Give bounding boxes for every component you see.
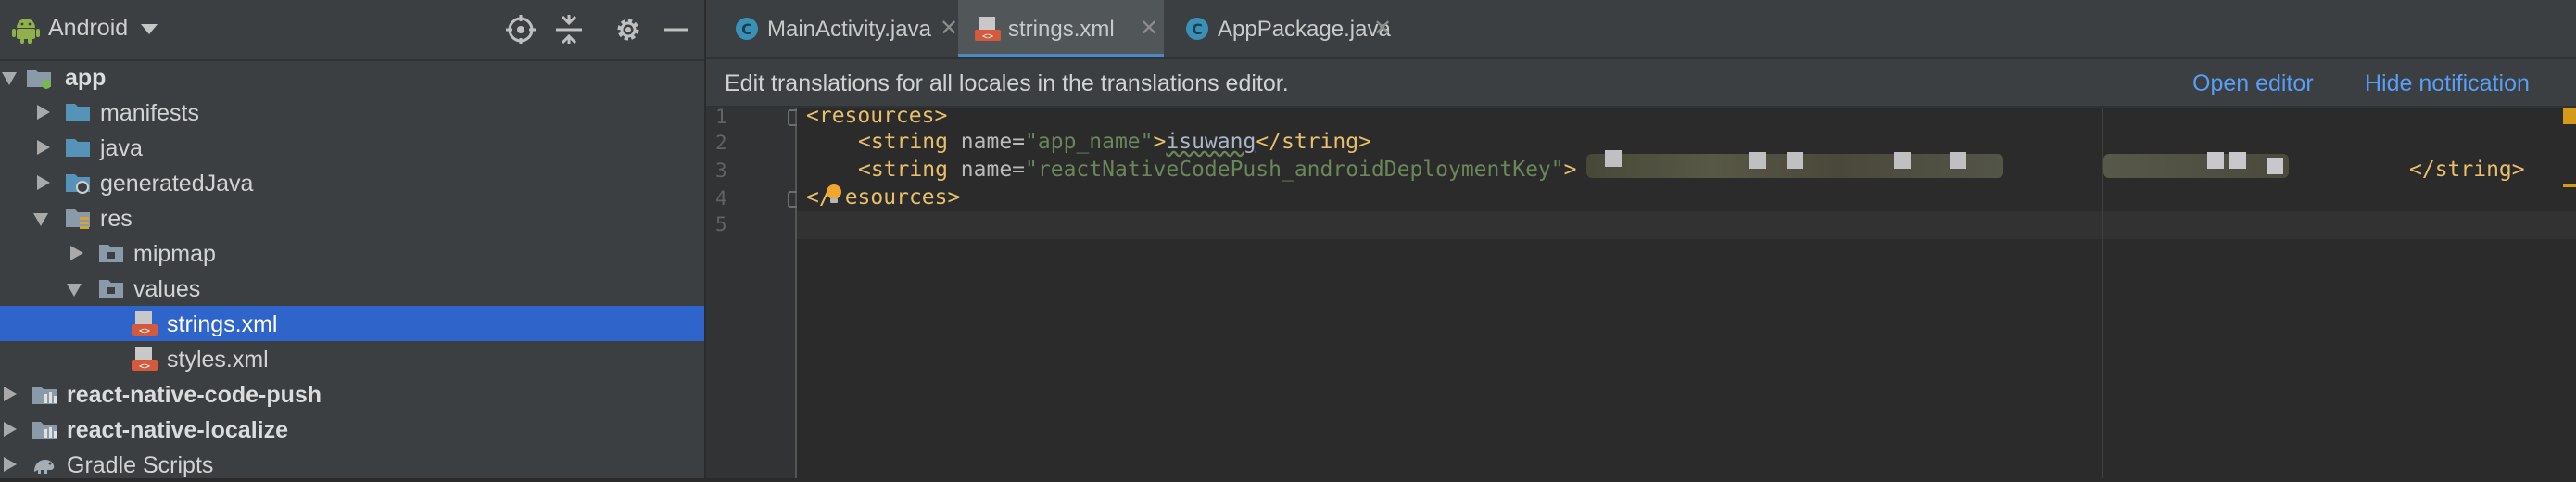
svg-text:<>: <> bbox=[139, 362, 150, 372]
close-icon[interactable]: ✕ bbox=[1140, 15, 1158, 42]
code-line-2[interactable]: <string name="app_name">isuwang</string> bbox=[858, 130, 1371, 154]
code-line-3-closing-tag[interactable]: </string> bbox=[2409, 158, 2525, 182]
module-icon bbox=[27, 70, 51, 89]
tree-item-label: manifests bbox=[100, 100, 199, 126]
error-stripe-marker[interactable] bbox=[2563, 184, 2576, 187]
expand-arrow-icon[interactable] bbox=[4, 387, 17, 401]
tree-item-res[interactable]: res bbox=[0, 200, 704, 235]
library-module-icon bbox=[32, 422, 57, 439]
code-editor[interactable]: <resources> <string name="app_name">isuw… bbox=[797, 104, 2576, 478]
expand-arrow-icon[interactable] bbox=[37, 105, 50, 120]
tab-label: MainActivity.java bbox=[767, 17, 931, 42]
expand-arrow-icon[interactable] bbox=[4, 457, 17, 472]
line-number: 5 bbox=[715, 213, 727, 235]
tree-item-react-native-localize[interactable]: react-native-localize bbox=[0, 412, 704, 447]
tree-item-label: mipmap bbox=[133, 241, 216, 267]
tree-item-label: generatedJava bbox=[100, 171, 254, 197]
folder-icon bbox=[99, 245, 123, 262]
tab-mainactivity-java[interactable]: C MainActivity.java ✕ bbox=[717, 0, 958, 57]
tree-item-label: java bbox=[100, 135, 143, 161]
tree-item-label: react-native-localize bbox=[67, 417, 288, 443]
tree-item-app[interactable]: app bbox=[0, 59, 704, 95]
svg-text:<>: <> bbox=[139, 326, 150, 336]
xml-file-icon: <> bbox=[975, 17, 1001, 42]
xml-file-icon: <> bbox=[132, 347, 158, 372]
java-class-icon: C bbox=[736, 18, 758, 40]
tree-item-mipmap[interactable]: mipmap bbox=[0, 235, 704, 271]
line-number: 3 bbox=[715, 159, 727, 182]
tree-item-gradle-scripts[interactable]: Gradle Scripts bbox=[0, 447, 704, 482]
redacted-deployment-key bbox=[1586, 150, 2003, 178]
redacted-deployment-key-tail bbox=[2103, 152, 2289, 178]
project-view-selector[interactable]: Android bbox=[48, 15, 128, 42]
current-line-highlight bbox=[797, 211, 2576, 239]
tree-item-react-native-code-push[interactable]: react-native-code-push bbox=[0, 376, 704, 412]
tab-strings-xml[interactable]: <> strings.xml ✕ bbox=[958, 0, 1164, 57]
java-class-icon: C bbox=[1186, 18, 1208, 40]
expand-arrow-icon[interactable] bbox=[37, 175, 50, 190]
project-panel-header: Android bbox=[0, 0, 704, 61]
tree-item-values[interactable]: values bbox=[0, 271, 704, 306]
tree-item-manifests[interactable]: manifests bbox=[0, 95, 704, 130]
tree-item-label: app bbox=[65, 65, 107, 91]
generated-folder-icon bbox=[66, 174, 90, 194]
hide-notification-link[interactable]: Hide notification bbox=[2365, 70, 2530, 97]
tree-item-styles-xml[interactable]: <> styles.xml bbox=[0, 341, 704, 376]
tree-item-label: react-native-code-push bbox=[67, 382, 322, 408]
svg-text:C: C bbox=[741, 20, 752, 38]
tab-label: strings.xml bbox=[1008, 17, 1115, 42]
gear-icon[interactable] bbox=[612, 13, 645, 46]
lightbulb-icon[interactable] bbox=[825, 184, 843, 206]
tree-item-label: values bbox=[133, 276, 201, 302]
line-number: 2 bbox=[715, 132, 727, 154]
expand-arrow-icon[interactable] bbox=[4, 422, 17, 437]
line-number: 1 bbox=[715, 106, 727, 128]
xml-file-icon: <> bbox=[132, 311, 158, 336]
svg-text:<>: <> bbox=[982, 32, 993, 42]
open-editor-link[interactable]: Open editor bbox=[2192, 70, 2314, 97]
project-panel: Android app manifests java generatedJava… bbox=[0, 0, 706, 478]
translations-notification: Edit translations for all locales in the… bbox=[706, 59, 2576, 108]
chevron-down-icon[interactable] bbox=[141, 24, 158, 34]
folder-icon bbox=[66, 104, 90, 121]
tree-item-generatedjava[interactable]: generatedJava bbox=[0, 165, 704, 200]
close-icon[interactable]: ✕ bbox=[940, 15, 958, 42]
folder-icon bbox=[66, 139, 90, 157]
tab-apppackage-java[interactable]: C AppPackage.java ✕ bbox=[1168, 0, 1395, 57]
code-line-1[interactable]: <resources> bbox=[806, 104, 947, 128]
folder-icon bbox=[99, 280, 123, 298]
editor-tab-bar: C MainActivity.java ✕ <> strings.xml ✕ C… bbox=[706, 0, 2576, 59]
tree-item-label: res bbox=[100, 206, 133, 232]
line-number-gutter[interactable]: 1 2 3 4 5 bbox=[706, 106, 804, 478]
expand-arrow-icon[interactable] bbox=[37, 140, 50, 155]
expand-arrow-icon[interactable] bbox=[70, 246, 83, 260]
tree-item-label: styles.xml bbox=[167, 347, 269, 373]
error-stripe-marker[interactable] bbox=[2563, 108, 2576, 124]
res-folder-icon bbox=[66, 209, 90, 229]
minimize-icon[interactable] bbox=[660, 13, 693, 46]
expand-arrow-icon[interactable] bbox=[2, 72, 17, 85]
expand-arrow-icon[interactable] bbox=[33, 213, 48, 226]
code-line-3[interactable]: <string name="reactNativeCodePush_androi… bbox=[858, 158, 1576, 182]
tree-item-strings-xml[interactable]: <> strings.xml bbox=[0, 306, 704, 341]
expand-arrow-icon[interactable] bbox=[67, 284, 82, 297]
tree-item-label: strings.xml bbox=[167, 311, 278, 337]
tab-label: AppPackage.java bbox=[1218, 17, 1391, 42]
locate-target-icon[interactable] bbox=[504, 13, 537, 46]
notification-text: Edit translations for all locales in the… bbox=[725, 70, 1289, 96]
tree-item-label: Gradle Scripts bbox=[67, 452, 214, 478]
line-number: 4 bbox=[715, 187, 727, 209]
android-icon bbox=[12, 19, 40, 44]
close-icon[interactable]: ✕ bbox=[1373, 15, 1392, 42]
tree-item-java[interactable]: java bbox=[0, 130, 704, 165]
gradle-icon bbox=[34, 460, 55, 474]
library-module-icon bbox=[32, 387, 57, 404]
svg-text:C: C bbox=[1192, 20, 1203, 38]
collapse-all-icon[interactable] bbox=[552, 13, 586, 46]
